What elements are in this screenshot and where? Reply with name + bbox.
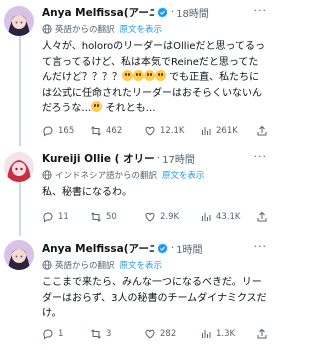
globe-icon [42,169,52,180]
sweat-smile-emoji-icon [133,70,144,81]
translation-label: インドネシア語からの翻訳 [55,170,158,181]
timestamp[interactable]: 18時間 [176,5,209,20]
more-options-icon[interactable]: ··· [254,4,268,17]
views-chart-icon [202,127,211,135]
translation-notice: インドネシア語からの翻訳 原文を表示 [42,168,267,181]
reply-button[interactable]: 1 [42,328,63,340]
tweet-text: ここまで来たら、みんな一つになるべきだ。リーダーはおらず、3人の秘書のチームダイ… [42,277,267,319]
reply-count: 1 [58,329,64,339]
heart-icon [145,126,155,136]
more-options-icon[interactable]: ··· [254,150,268,163]
tweet-text: 人々が、holoroのリーダーはOllieだと思ってるって言ってるけど、私は本気… [42,39,267,117]
translation-notice: 英語からの翻訳 原文を表示 [42,258,267,271]
reply-icon [43,329,53,340]
share-icon [257,328,267,339]
author-name[interactable]: Anya Melfissa(アーニ… [42,5,154,20]
separator-dot: · [157,152,161,164]
separator-dot: · [171,242,175,254]
views-chart-icon [202,213,211,221]
tweet[interactable]: Anya Melfissa(アーニ… · 18時間 ··· 英語からの翻訳 原文… [0,0,271,146]
sweat-smile-emoji-icon [122,70,133,81]
reply-button[interactable]: 165 [42,125,74,137]
action-bar: 1 3 282 1.3K [42,327,267,341]
thinking-emoji-icon [91,101,103,112]
avatar[interactable] [4,152,34,182]
views-chart-icon [202,330,211,338]
action-bar: 165 462 12.1K 261K [42,124,267,138]
separator-dot: · [171,6,175,18]
translation-notice: 英語からの翻訳 原文を表示 [42,22,267,35]
author-name[interactable]: Kureiji Ollie ( オリー) … [42,151,154,166]
like-button[interactable]: 2.9K [144,211,179,223]
sweat-smile-emoji-icon [144,70,155,81]
retweet-count: 3 [106,329,112,339]
avatar[interactable] [4,6,34,36]
tweet[interactable]: Anya Melfissa(アーニャ)… · 1時間 ··· 英語からの翻訳 原… [0,236,271,350]
reply-icon [43,212,53,223]
show-original-link[interactable]: 原文を表示 [162,169,205,181]
retweet-icon [91,126,101,136]
action-bar: 11 50 2.9K 43.1K [42,210,267,224]
tweet-text: 私、秘書になるわ。 [42,187,132,198]
verified-badge-icon [157,6,168,18]
retweet-button[interactable]: 50 [90,211,117,223]
retweet-button[interactable]: 3 [90,328,111,340]
sweat-smile-emoji-icon [155,70,166,81]
like-button[interactable]: 282 [144,328,176,340]
more-options-icon[interactable]: ··· [254,240,268,253]
view-count: 1.3K [216,329,236,339]
tweet-text-part: それとも… [102,103,156,114]
like-count: 2.9K [160,212,180,222]
share-button[interactable] [256,125,272,137]
verified-badge-icon [157,242,168,254]
retweet-icon [91,329,101,339]
retweet-count: 50 [106,212,117,222]
views-button[interactable]: 43.1K [200,211,241,223]
share-button[interactable] [256,211,272,223]
translation-label: 英語からの翻訳 [55,260,115,271]
reply-count: 165 [58,126,75,136]
timestamp[interactable]: 17時間 [162,151,195,166]
reply-icon [43,126,53,137]
avatar[interactable] [4,240,34,270]
tweet[interactable]: Kureiji Ollie ( オリー) … · 17時間 ··· インドネシア… [0,146,271,236]
reply-count: 11 [58,212,69,222]
view-count: 43.1K [216,212,241,222]
timestamp[interactable]: 1時間 [176,241,202,256]
share-button[interactable] [256,328,272,340]
like-count: 282 [160,329,177,339]
author-name[interactable]: Anya Melfissa(アーニャ)… [42,241,154,256]
views-button[interactable]: 1.3K [200,328,235,340]
view-count: 261K [216,126,238,136]
retweet-button[interactable]: 462 [90,125,122,137]
heart-icon [145,212,155,222]
like-count: 12.1K [160,126,185,136]
retweet-icon [91,212,101,222]
retweet-count: 462 [106,126,123,136]
show-original-link[interactable]: 原文を表示 [120,23,163,35]
globe-icon [42,259,52,270]
reply-button[interactable]: 11 [42,211,69,223]
share-icon [257,211,267,222]
views-button[interactable]: 261K [200,125,238,137]
like-button[interactable]: 12.1K [144,125,185,137]
heart-icon [145,329,155,339]
share-icon [257,125,267,136]
translation-label: 英語からの翻訳 [55,24,115,35]
globe-icon [42,23,52,34]
show-original-link[interactable]: 原文を表示 [120,259,163,271]
